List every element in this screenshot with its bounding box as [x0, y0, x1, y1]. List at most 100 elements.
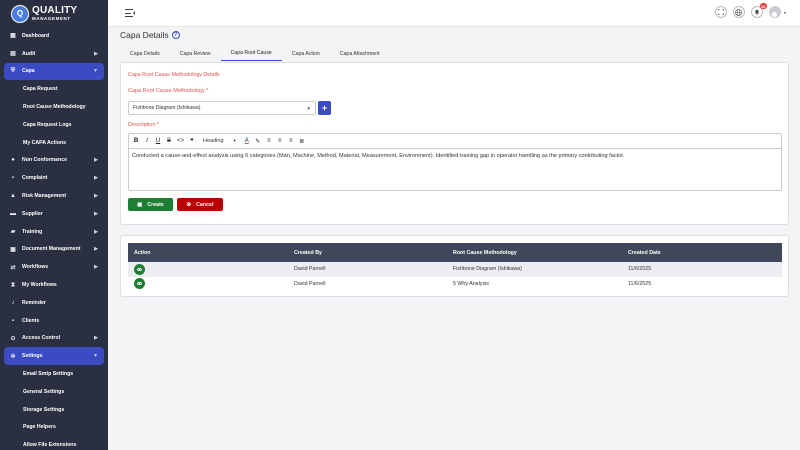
chevron-right-icon: ▶ — [94, 210, 98, 217]
sidebar-item-audit[interactable]: ▤ Audit ▶ — [0, 45, 108, 63]
col-methodology[interactable]: Root Cause Methodology — [447, 243, 622, 262]
align-justify-icon[interactable]: ≣ — [299, 138, 305, 145]
sidebar-item-settings[interactable]: ✲ Settings ▼ — [4, 347, 104, 366]
sidebar-item-supplier[interactable]: ▬ Supplier ▶ — [0, 205, 108, 223]
sidebar-item-risk-management[interactable]: ▲ Risk Management ▶ — [0, 187, 108, 205]
logo-icon: Q — [11, 4, 29, 23]
help-icon[interactable]: ? — [171, 31, 180, 39]
gear-icon: ✲ — [10, 353, 16, 360]
folder-icon: ▣ — [10, 246, 16, 253]
create-button[interactable]: ▣ Create — [128, 198, 173, 211]
sidebar-nav: ▦ Dashboard ▤ Audit ▶ ⛨ Capa ▼ Capa Request Root … — [0, 27, 108, 450]
sidebar-subitem-general-settings[interactable]: General Settings — [0, 383, 108, 401]
table-row: David Parnell Fishbone Diagram (Ishikawa)… — [128, 262, 782, 277]
bold-icon[interactable]: B — [133, 138, 139, 144]
sidebar-item-label: Storage Settings — [23, 406, 65, 413]
notification-bell-icon[interactable]: 10 — [750, 3, 767, 18]
workflow-icon: ⇄ — [10, 264, 16, 271]
chevron-right-icon: ▶ — [94, 175, 98, 182]
heading-select[interactable]: Heading ▾ — [203, 138, 236, 144]
chevron-down-icon: ▼ — [93, 353, 98, 360]
sidebar-item-label: Access Control — [22, 335, 61, 342]
sidebar-subitem-my-capa-actions[interactable]: My CAPA Actions — [0, 134, 108, 152]
chevron-right-icon: ▶ — [94, 335, 98, 342]
view-eye-icon[interactable] — [134, 263, 145, 275]
description-label: Description * — [128, 122, 160, 128]
chevron-right-icon: ▶ — [94, 246, 98, 253]
sidebar-subitem-capa-request-logs[interactable]: Capa Request Logs — [0, 116, 108, 134]
methodology-select[interactable]: Fishbone Diagram (Ishikawa) ▼ — [128, 101, 316, 115]
tab-capa-root-cause[interactable]: Capa Root Cause — [220, 46, 282, 61]
logo[interactable]: Q QUALITY MANAGEMENT — [0, 0, 108, 27]
sidebar: Q QUALITY MANAGEMENT ▦ Dashboard ▤ Audit ▶ ⛨ C… — [0, 0, 108, 450]
tab-capa-attachment[interactable]: Capa Attachment — [330, 46, 390, 61]
fullscreen-icon[interactable] — [714, 6, 727, 18]
sidebar-item-capa[interactable]: ⛨ Capa ▼ — [4, 62, 104, 81]
sidebar-item-label: Email Smtp Settings — [23, 371, 74, 378]
chevron-right-icon: ▶ — [94, 193, 98, 200]
chevron-down-icon: ▼ — [93, 68, 98, 75]
view-eye-icon[interactable] — [134, 278, 145, 290]
users-icon: ▪ — [11, 317, 15, 324]
sidebar-subitem-root-cause-methodology[interactable]: Root Cause Methodology — [0, 98, 108, 116]
globe-icon[interactable] — [732, 6, 745, 18]
italic-icon[interactable]: I — [144, 138, 150, 144]
sidebar-item-complaint[interactable]: ▪ Complaint ▶ — [0, 169, 108, 187]
sidebar-item-dashboard[interactable]: ▦ Dashboard — [0, 27, 108, 45]
sidebar-item-reminder[interactable]: ♪ Reminder — [0, 294, 108, 312]
cancel-button-label: Cancel — [196, 201, 214, 208]
strikethrough-icon[interactable]: S — [166, 138, 172, 144]
sidebar-item-label: Training — [22, 228, 43, 235]
sidebar-item-workflows[interactable]: ⇄ Workflows ▶ — [0, 258, 108, 276]
sidebar-subitem-allow-file-extensions[interactable]: Allow File Extensions — [0, 436, 108, 450]
text-color-icon[interactable]: A — [244, 138, 250, 144]
description-editor[interactable]: B I U S <> ❞ Heading ▾ A ✎ ≡ ≡ ≡ ≣ Conduc… — [128, 133, 782, 191]
sidebar-subitem-email-smtp-settings[interactable]: Email Smtp Settings — [0, 365, 108, 383]
sidebar-subitem-capa-request[interactable]: Capa Request — [0, 80, 108, 98]
tab-capa-action[interactable]: Capa Action — [282, 46, 330, 61]
sidebar-item-label: Root Cause Methodology — [23, 104, 86, 111]
heading-select-value: Heading — [203, 138, 224, 144]
sidebar-item-clients[interactable]: ▪ Clients — [0, 312, 108, 330]
sidebar-item-label: Supplier — [22, 210, 43, 217]
sidebar-item-label: Clients — [22, 317, 40, 324]
methodology-cell: 5 Why Analysis — [447, 276, 622, 291]
sidebar-item-my-workflows[interactable]: ⧗ My Workflows — [0, 276, 108, 294]
align-center-icon[interactable]: ≡ — [277, 138, 283, 144]
menu-collapse-icon[interactable] — [125, 9, 135, 18]
align-left-icon[interactable]: ≡ — [266, 138, 272, 144]
created-by-cell: David Parnell — [288, 276, 447, 291]
editor-toolbar: B I U S <> ❞ Heading ▾ A ✎ ≡ ≡ ≡ ≣ — [129, 134, 781, 149]
sidebar-subitem-storage-settings[interactable]: Storage Settings — [0, 401, 108, 419]
tab-capa-review[interactable]: Capa Review — [170, 46, 221, 61]
brand-name: QUALITY — [32, 4, 78, 16]
sidebar-item-non-conformance[interactable]: ● Non Conformance ▶ — [0, 152, 108, 170]
action-cell — [128, 276, 288, 291]
brand-sub: MANAGEMENT — [32, 15, 71, 21]
sidebar-item-label: My Workflows — [22, 282, 57, 289]
underline-icon[interactable]: U — [155, 138, 161, 144]
truck-icon: ▬ — [10, 210, 16, 217]
chevron-down-icon[interactable]: ▾ — [784, 10, 786, 15]
sidebar-item-training[interactable]: ▰ Training ▶ — [0, 223, 108, 241]
tab-capa-details[interactable]: Capa Details — [120, 46, 170, 61]
col-created-date[interactable]: Created Date — [622, 243, 782, 262]
cancel-button[interactable]: ⊗ Cancel — [177, 198, 223, 211]
sidebar-item-document-management[interactable]: ▣ Document Management ▶ — [0, 241, 108, 259]
blockquote-icon[interactable]: ❞ — [189, 138, 195, 145]
sidebar-item-label: General Settings — [23, 388, 65, 395]
col-action[interactable]: Action — [128, 243, 288, 262]
align-right-icon[interactable]: ≡ — [288, 138, 294, 144]
sidebar-item-label: Capa — [22, 68, 35, 75]
description-text[interactable]: Conducted a cause-and-effect analysis us… — [129, 149, 781, 164]
sidebar-subitem-page-helpers[interactable]: Page Helpers — [0, 419, 108, 437]
avatar[interactable] — [768, 6, 781, 18]
sidebar-item-label: Reminder — [22, 299, 46, 306]
add-methodology-button[interactable]: + — [318, 101, 331, 115]
highlight-icon[interactable]: ✎ — [255, 138, 261, 145]
sidebar-item-label: Capa Request Logs — [23, 121, 72, 128]
code-icon[interactable]: <> — [177, 138, 184, 144]
col-created-by[interactable]: Created By — [288, 243, 447, 262]
dashboard-icon: ▦ — [10, 33, 16, 40]
sidebar-item-access-control[interactable]: ⊙ Access Control ▶ — [0, 330, 108, 348]
